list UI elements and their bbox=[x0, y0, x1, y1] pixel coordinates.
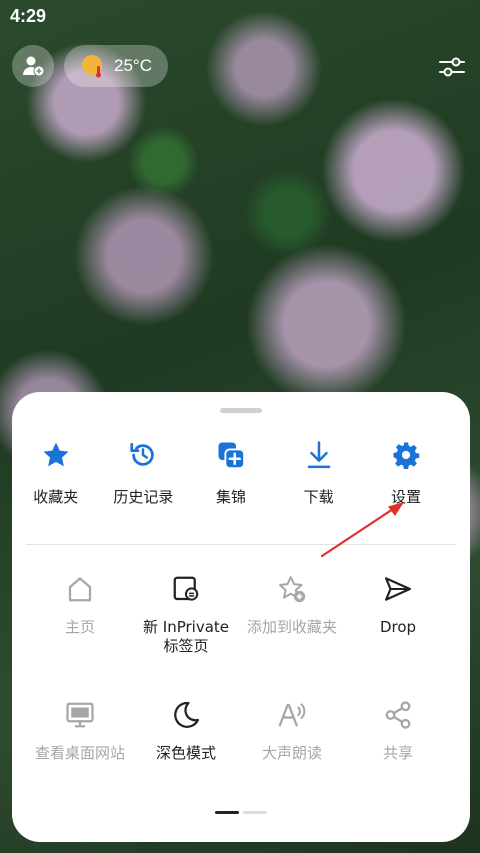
menu-divider bbox=[26, 544, 456, 545]
browser-menu-sheet: 收藏夹 历史记录 集锦 下载 设置 主页 新 InPrivate 标签页 添加到… bbox=[12, 392, 470, 842]
menu-item-add-to-favorites[interactable]: 添加到收藏夹 bbox=[239, 574, 345, 656]
menu-item-home[interactable]: 主页 bbox=[27, 574, 133, 656]
inprivate-tab-icon bbox=[173, 576, 199, 601]
menu-item-share[interactable]: 共享 bbox=[345, 700, 451, 763]
menu-item-read-aloud[interactable]: 大声朗读 bbox=[239, 700, 345, 763]
weather-sun-icon bbox=[82, 55, 102, 78]
primary-menu-row: 收藏夹 历史记录 集锦 下载 设置 bbox=[12, 440, 470, 507]
share-icon bbox=[385, 701, 411, 729]
profile-icon bbox=[23, 56, 45, 77]
profile-button[interactable] bbox=[12, 45, 54, 87]
history-icon bbox=[130, 443, 155, 466]
secondary-menu-row-2: 查看桌面网站 深色模式 大声朗读 共享 bbox=[12, 700, 470, 763]
status-time: 4:29 bbox=[10, 6, 47, 26]
add-favorite-icon bbox=[279, 576, 306, 603]
weather-temperature: 25°C bbox=[114, 56, 152, 75]
menu-item-dark-mode[interactable]: 深色模式 bbox=[133, 700, 239, 763]
page-settings-button[interactable] bbox=[438, 54, 466, 84]
secondary-menu-row-1: 主页 新 InPrivate 标签页 添加到收藏夹 Drop bbox=[12, 574, 470, 656]
sheet-drag-handle[interactable] bbox=[220, 408, 262, 413]
sliders-icon bbox=[439, 57, 465, 77]
page-indicator-active bbox=[215, 811, 239, 814]
send-icon bbox=[385, 577, 411, 601]
menu-item-favorites[interactable]: 收藏夹 bbox=[12, 440, 100, 507]
desktop-icon bbox=[66, 702, 94, 728]
page-indicator bbox=[12, 811, 470, 814]
gear-icon bbox=[393, 442, 420, 469]
collections-icon bbox=[218, 442, 246, 470]
menu-item-settings[interactable]: 设置 bbox=[362, 440, 450, 507]
menu-item-inprivate-tab[interactable]: 新 InPrivate 标签页 bbox=[133, 574, 239, 656]
page-indicator-inactive[interactable] bbox=[243, 811, 267, 814]
inprivate-label-line2: 标签页 bbox=[163, 637, 209, 655]
star-icon bbox=[43, 442, 69, 467]
download-icon bbox=[307, 441, 330, 469]
menu-item-drop[interactable]: Drop bbox=[345, 574, 451, 656]
home-icon bbox=[68, 577, 92, 602]
inprivate-label-line1: 新 InPrivate bbox=[143, 618, 229, 636]
moon-icon bbox=[174, 701, 199, 728]
menu-item-history[interactable]: 历史记录 bbox=[100, 440, 188, 507]
weather-widget[interactable]: 25°C bbox=[64, 45, 168, 87]
menu-item-desktop-site[interactable]: 查看桌面网站 bbox=[27, 700, 133, 763]
menu-item-downloads[interactable]: 下载 bbox=[275, 440, 363, 507]
menu-item-collections[interactable]: 集锦 bbox=[187, 440, 275, 507]
read-aloud-icon bbox=[278, 703, 306, 727]
